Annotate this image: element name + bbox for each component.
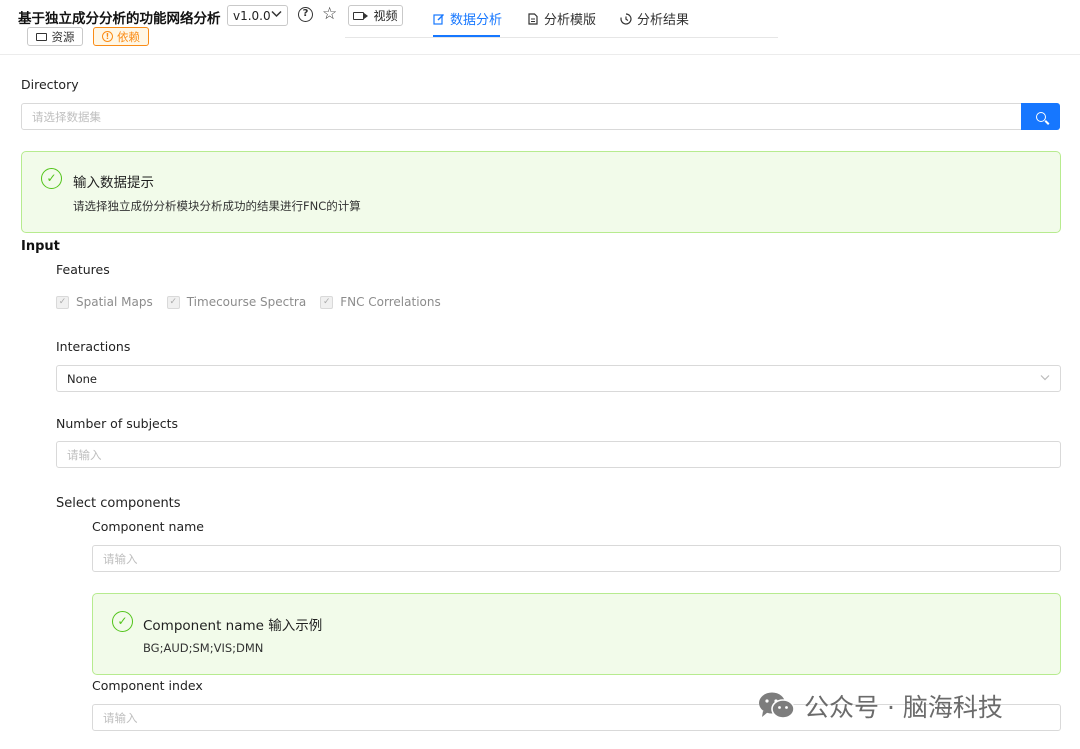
tab-label: 分析模版 xyxy=(544,13,597,28)
dependencies-button[interactable]: ! 依赖 xyxy=(93,27,149,46)
checkbox-timecourse-spectra[interactable]: ✓ Timecourse Spectra xyxy=(166,295,307,309)
features-label: Features xyxy=(56,262,110,277)
example-value: BG;AUD;SM;VIS;DMN xyxy=(143,641,264,655)
tab-analysis-results[interactable]: 分析结果 xyxy=(620,9,689,28)
folder-icon xyxy=(35,32,47,41)
component-name-label: Component name xyxy=(92,519,204,534)
interactions-label: Interactions xyxy=(56,339,131,354)
tab-label: 数据分析 xyxy=(450,13,503,28)
resources-label: 资源 xyxy=(51,29,75,44)
search-button[interactable] xyxy=(1021,103,1060,130)
help-icon[interactable]: ? xyxy=(298,7,313,22)
search-icon xyxy=(1035,111,1046,122)
version-select[interactable]: v1.0.0 xyxy=(227,5,288,26)
resources-button[interactable]: 资源 xyxy=(27,27,83,46)
warning-icon: ! xyxy=(102,31,113,42)
chevron-down-icon xyxy=(1040,373,1050,384)
header-divider xyxy=(0,54,1080,55)
interactions-value: None xyxy=(67,371,98,386)
tab-data-analysis[interactable]: 数据分析 xyxy=(433,9,502,28)
file-icon xyxy=(528,12,538,25)
edit-icon xyxy=(433,13,444,25)
num-subjects-label: Number of subjects xyxy=(56,416,179,431)
checkbox-label: Spatial Maps xyxy=(76,295,153,309)
checkbox-fnc-correlations[interactable]: ✓ FNC Correlations xyxy=(320,295,441,309)
example-title: Component name 输入示例 xyxy=(143,618,323,634)
watermark-text: 公众号 · 脑海科技 xyxy=(804,693,1003,722)
history-icon xyxy=(620,12,632,25)
check-circle-icon: ✓ xyxy=(112,611,133,632)
num-subjects-input[interactable]: 请输入 xyxy=(56,441,1061,468)
directory-input[interactable]: 请选择数据集 xyxy=(21,103,1022,130)
select-components-label: Select components xyxy=(56,496,181,511)
checkbox-checked-icon: ✓ xyxy=(56,295,69,309)
watermark: 公众号 · 脑海科技 xyxy=(757,688,1003,724)
component-name-input[interactable]: 请输入 xyxy=(92,545,1061,572)
input-section-title: Input xyxy=(21,239,60,254)
dependencies-label: 依赖 xyxy=(117,29,140,44)
features-checkbox-group: ✓ Spatial Maps ✓ Timecourse Spectra ✓ FN… xyxy=(56,295,441,309)
checkbox-checked-icon: ✓ xyxy=(166,295,180,309)
tab-label: 分析结果 xyxy=(637,13,690,28)
active-tab-indicator xyxy=(433,35,500,37)
checkbox-label: FNC Correlations xyxy=(340,295,441,309)
checkbox-label: Timecourse Spectra xyxy=(186,295,307,309)
tab-analysis-template[interactable]: 分析模版 xyxy=(527,9,596,28)
checkbox-checked-icon: ✓ xyxy=(320,295,334,309)
star-icon[interactable]: ☆ xyxy=(322,4,337,24)
component-index-label: Component index xyxy=(92,678,203,693)
component-name-example-alert xyxy=(92,593,1061,675)
chevron-down-icon xyxy=(271,10,282,21)
checkbox-spatial-maps[interactable]: ✓ Spatial Maps xyxy=(56,295,153,309)
directory-label: Directory xyxy=(21,77,79,92)
app-title: 基于独立成分分析的功能网络分析 xyxy=(18,11,221,27)
wechat-icon xyxy=(759,692,795,719)
input-hint-alert xyxy=(21,151,1061,233)
interactions-select[interactable]: None xyxy=(56,365,1061,392)
version-value: v1.0.0 xyxy=(233,8,271,23)
alert-title: 输入数据提示 xyxy=(73,175,154,191)
alert-description: 请选择独立成份分析模块分析成功的结果进行FNC的计算 xyxy=(73,199,361,213)
check-circle-icon: ✓ xyxy=(41,168,62,189)
